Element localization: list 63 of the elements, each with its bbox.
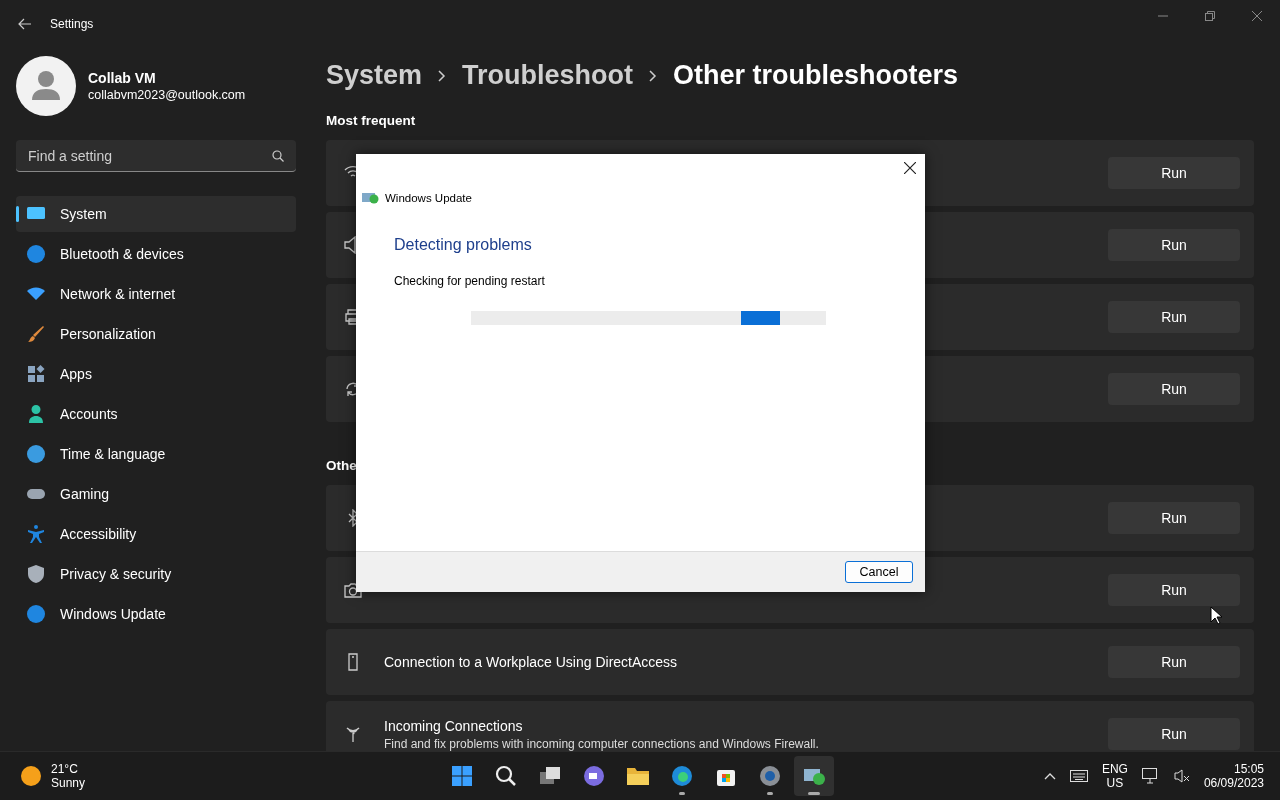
sidebar-item[interactable]: Accounts: [16, 396, 296, 432]
update-icon: [362, 192, 380, 204]
temperature-text: 21°C: [51, 762, 79, 777]
shield-icon: [26, 564, 46, 584]
clock-date[interactable]: 06/09/2023: [1203, 776, 1264, 791]
window-title: Settings: [50, 17, 94, 31]
run-button[interactable]: Run: [1108, 574, 1240, 606]
close-icon[interactable]: [904, 162, 916, 174]
keyboard-icon[interactable]: [1069, 770, 1088, 783]
taskbar-troubleshooter-icon[interactable]: [794, 756, 834, 797]
run-button[interactable]: Run: [1108, 373, 1240, 405]
run-button[interactable]: Run: [1108, 229, 1240, 261]
status-text: Checking for pending restart: [394, 274, 546, 288]
language-indicator[interactable]: ENG: [1101, 762, 1128, 777]
chevron-up-icon[interactable]: [1043, 772, 1056, 781]
network-icon[interactable]: [1141, 768, 1160, 785]
section-heading: Most frequent: [326, 113, 417, 128]
dialog-heading: Detecting problems: [394, 236, 533, 254]
chevron-icon: [438, 69, 447, 82]
language-indicator[interactable]: US: [1106, 776, 1124, 791]
sidebar-item[interactable]: System: [16, 196, 296, 232]
page-title: Other troubleshooters: [673, 60, 959, 91]
sidebar-item[interactable]: Windows Update: [16, 596, 296, 632]
weather-condition: Sunny: [51, 776, 86, 791]
sidebar-item[interactable]: Apps: [16, 356, 296, 392]
sidebar-item[interactable]: Privacy & security: [16, 556, 296, 592]
person-icon: [26, 404, 46, 424]
sidebar-item[interactable]: Accessibility: [16, 516, 296, 552]
search-input[interactable]: Find a setting: [26, 146, 272, 165]
restore-icon[interactable]: [1205, 11, 1215, 21]
accessibility-icon: [26, 524, 46, 544]
avatar-icon: [16, 56, 76, 116]
breadcrumb-link[interactable]: System: [326, 60, 423, 91]
account-email: collabvm2023@outlook.com: [88, 88, 246, 102]
apps-icon: [26, 364, 46, 384]
mouse-cursor-icon: [1210, 606, 1222, 625]
sidebar-item[interactable]: Gaming: [16, 476, 296, 512]
run-button[interactable]: Run: [1108, 301, 1240, 333]
run-button[interactable]: Run: [1108, 157, 1240, 189]
dialog-title: Windows Update: [385, 192, 472, 204]
sidebar-item[interactable]: Bluetooth & devices: [16, 236, 296, 272]
sidebar-item[interactable]: Network & internet: [16, 276, 296, 312]
sun-icon: [21, 766, 41, 787]
breadcrumb-link[interactable]: Troubleshoot: [462, 60, 634, 91]
search-field[interactable]: Find a setting: [16, 140, 296, 172]
chevron-icon: [649, 69, 658, 82]
sidebar-item[interactable]: Personalization: [16, 316, 296, 352]
brush-icon: [26, 324, 46, 344]
section-heading: Othe: [326, 458, 358, 473]
row-title: Incoming Connections: [384, 717, 524, 734]
run-button[interactable]: Run: [1108, 718, 1240, 750]
row-description: Find and fix problems with incoming computer connections and Windows Firewall.: [384, 736, 820, 751]
run-button[interactable]: Run: [1108, 502, 1240, 534]
back-icon[interactable]: [18, 18, 32, 30]
account-name: Collab VM: [88, 70, 157, 86]
cancel-button[interactable]: Cancel: [845, 561, 913, 583]
clock-time[interactable]: 15:05: [1233, 762, 1264, 777]
run-button[interactable]: Run: [1108, 646, 1240, 678]
search-icon: [272, 149, 284, 162]
sidebar-item[interactable]: Time & language: [16, 436, 296, 472]
row-title: Connection to a Workplace Using DirectAccess: [384, 654, 679, 670]
muted-speaker-icon[interactable]: [1173, 768, 1190, 785]
antenna-icon: [344, 725, 362, 743]
